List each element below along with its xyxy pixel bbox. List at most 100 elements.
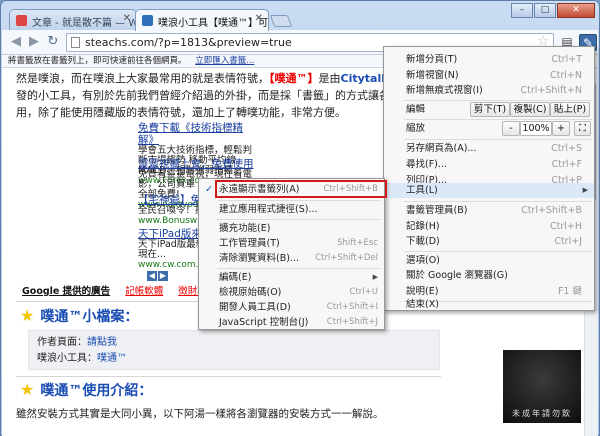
menu-item-downloads[interactable]: 下載(D) Ctrl+J	[384, 234, 594, 249]
submenu-arrow-icon: ▶	[582, 186, 588, 194]
fullscreen-icon[interactable]: ⛶	[574, 121, 591, 136]
zoom-in-button[interactable]: +	[552, 121, 570, 136]
paste-button[interactable]: 貼上(P)	[550, 102, 590, 117]
submenu-item-js-console[interactable]: JavaScript 控制台(J) Ctrl+Shift+J	[199, 315, 384, 330]
tab-close-icon[interactable]: ✕	[123, 13, 131, 24]
shortcut: Ctrl+H	[549, 221, 582, 232]
ad-nav: ◀ ▶	[147, 270, 169, 281]
menu-item-new-incognito[interactable]: 新增無痕式視窗(I) Ctrl+Shift+N	[384, 83, 594, 98]
menu-item-tools[interactable]: 工具(L) ▶	[384, 183, 594, 198]
menu-item-new-window[interactable]: 新增視窗(N) Ctrl+N	[384, 68, 594, 83]
checkmark-icon: ✓	[205, 184, 213, 195]
shortcut: Ctrl+J	[554, 236, 582, 247]
label: 記錄(H)	[406, 221, 440, 232]
wrench-menu: 新增分頁(T) Ctrl+T 新增視窗(N) Ctrl+N 新增無痕式視窗(I) Ct…	[383, 46, 595, 311]
submenu-item-clear-browsing-data[interactable]: 清除瀏覽資料(B)... Ctrl+Shift+Del	[199, 251, 384, 266]
copy-button[interactable]: 複製(C)	[510, 102, 550, 117]
ad-prev-icon[interactable]: ◀	[147, 271, 157, 281]
wordpress-favicon-icon	[16, 15, 27, 26]
label: 尋找(F)...	[406, 159, 447, 170]
bookmark-bar-message: 將書籤放在書籤列上，即可快速前往各個網頁。	[8, 56, 187, 66]
minimize-button[interactable]: –	[511, 3, 533, 18]
shortcut: Ctrl+Shift+Del	[315, 253, 378, 263]
ad-next-icon[interactable]: ▶	[158, 271, 168, 281]
star-icon: ★	[20, 380, 35, 399]
shortcut: Ctrl+F	[551, 159, 582, 170]
url-text: steachs.com/?p=1813&preview=true	[85, 36, 292, 49]
new-tab-button[interactable]	[269, 15, 293, 27]
submenu-item-developer-tools[interactable]: 開發人員工具(D) Ctrl+Shift+I	[199, 300, 384, 315]
menu-item-history[interactable]: 記錄(H) Ctrl+H	[384, 219, 594, 234]
ad-title[interactable]: 免費下載《技術指標精解》	[138, 122, 258, 146]
submenu-arrow-icon: ▶	[372, 273, 378, 281]
submenu-item-view-source[interactable]: 檢視原始碼(O) Ctrl+U	[199, 285, 384, 300]
label: JavaScript 控制台(J)	[219, 317, 309, 328]
section-heading-profile: ★ 噗通™小檔案：	[20, 306, 138, 326]
section-title: 噗通™使用介紹：	[40, 383, 153, 399]
menu-separator	[404, 139, 592, 140]
tools-submenu: ✓ 永遠顯示書籤列(A) Ctrl+Shift+B 建立應用程式捷徑(S)... 擴…	[198, 178, 385, 330]
ad-photo[interactable]: 未成年請勿飲	[503, 350, 581, 423]
label: 編輯	[406, 104, 426, 115]
label: 新增視窗(N)	[406, 70, 459, 81]
label: 另存網頁為(A)...	[406, 143, 477, 154]
text: 是由	[318, 72, 341, 85]
brand-name: 【噗通™】	[269, 72, 319, 85]
intro-line-1: 然是噗浪，而在噗浪上大家最常用的就是表情符號，【噗通™】是由Citytalk城市	[16, 70, 411, 86]
label: 作者頁面：	[37, 337, 87, 348]
label: 書籤管理員(B)	[406, 205, 468, 216]
submenu-item-encoding[interactable]: 編碼(E) ▶	[199, 270, 384, 285]
menu-item-new-tab[interactable]: 新增分頁(T) Ctrl+T	[384, 52, 594, 67]
label: 工具(L)	[406, 185, 438, 196]
label: 新增分頁(T)	[406, 54, 458, 65]
shortcut: Ctrl+S	[551, 143, 582, 154]
usage-text: 雖然安裝方式其實是大同小異，以下阿湯一樣將各瀏覽器的安裝方式一一解說。	[16, 408, 384, 420]
submenu-item-create-app-shortcuts[interactable]: 建立應用程式捷徑(S)...	[199, 202, 384, 217]
menu-separator	[404, 119, 592, 120]
label: 結束(X)	[406, 299, 439, 310]
forward-arrow-icon[interactable]: ▶	[26, 35, 42, 51]
tab-close-icon[interactable]: ✕	[255, 13, 263, 24]
submenu-item-extensions[interactable]: 擴充功能(E)	[199, 221, 384, 236]
menu-item-save-as[interactable]: 另存網頁為(A)... Ctrl+S	[384, 141, 594, 156]
label: 縮放	[406, 123, 426, 134]
intro-line-2: 發的小工具，有別於先前我們曾經介紹過的外掛，而是採「書籤」的方式讓各	[16, 89, 390, 102]
menu-item-about[interactable]: 關於 Google 瀏覽器(G)	[384, 268, 594, 283]
menu-item-options[interactable]: 選項(O)	[384, 253, 594, 268]
google-ads-label[interactable]: Google 提供的廣告	[22, 286, 110, 297]
page-icon	[71, 37, 80, 48]
reload-icon[interactable]: ↻	[45, 35, 61, 51]
site-favicon-icon	[142, 15, 153, 26]
tool-link[interactable]: 噗通™	[97, 353, 127, 364]
label: 關於 Google 瀏覽器(G)	[406, 270, 508, 281]
menu-separator	[217, 200, 381, 201]
label: 檢視原始碼(O)	[219, 287, 282, 298]
cut-button[interactable]: 剪下(T)	[470, 102, 510, 117]
shortcut: Ctrl+Shift+N	[520, 85, 582, 96]
section-heading-usage: ★ 噗通™使用介紹：	[20, 380, 152, 400]
label: 說明(E)	[406, 286, 439, 297]
menu-item-find[interactable]: 尋找(F)... Ctrl+F	[384, 157, 594, 172]
author-link[interactable]: 請點我	[87, 337, 117, 348]
label: 建立應用程式捷徑(S)...	[219, 204, 318, 215]
label: 下載(D)	[406, 236, 440, 247]
menu-separator	[217, 268, 381, 269]
photo-caption: 未成年請勿飲	[512, 409, 572, 418]
tab-plurk-tool[interactable]: 噗浪小工具【噗通™】可... ✕	[135, 9, 269, 31]
menu-item-bookmark-manager[interactable]: 書籤管理員(B) Ctrl+Shift+B	[384, 203, 594, 218]
back-arrow-icon[interactable]: ◀	[8, 35, 24, 51]
import-bookmarks-link[interactable]: 立即匯入書籤...	[195, 56, 254, 66]
zoom-out-button[interactable]: -	[502, 121, 520, 136]
submenu-item-task-manager[interactable]: 工作管理員(T) Shift+Esc	[199, 236, 384, 251]
tab-article[interactable]: 文章 - 就是散不篇 — Wo... ✕	[9, 9, 137, 31]
menu-separator	[404, 251, 592, 252]
menu-item-exit[interactable]: 結束(X)	[384, 297, 594, 312]
intro-line-3: 用，除了能使用隱藏版的表情符號，還加上了轉噗功能，非常方便。	[16, 106, 346, 119]
ad-keyword[interactable]: 記帳軟體	[125, 286, 163, 297]
close-window-button[interactable]: ✕	[557, 3, 595, 18]
maximize-button[interactable]: □	[534, 3, 556, 18]
tab-title: 噗浪小工具【噗通™】可...	[158, 18, 269, 29]
label: 選項(O)	[406, 255, 440, 266]
shortcut: Ctrl+U	[349, 287, 378, 297]
zoom-level: 100%	[520, 121, 552, 136]
